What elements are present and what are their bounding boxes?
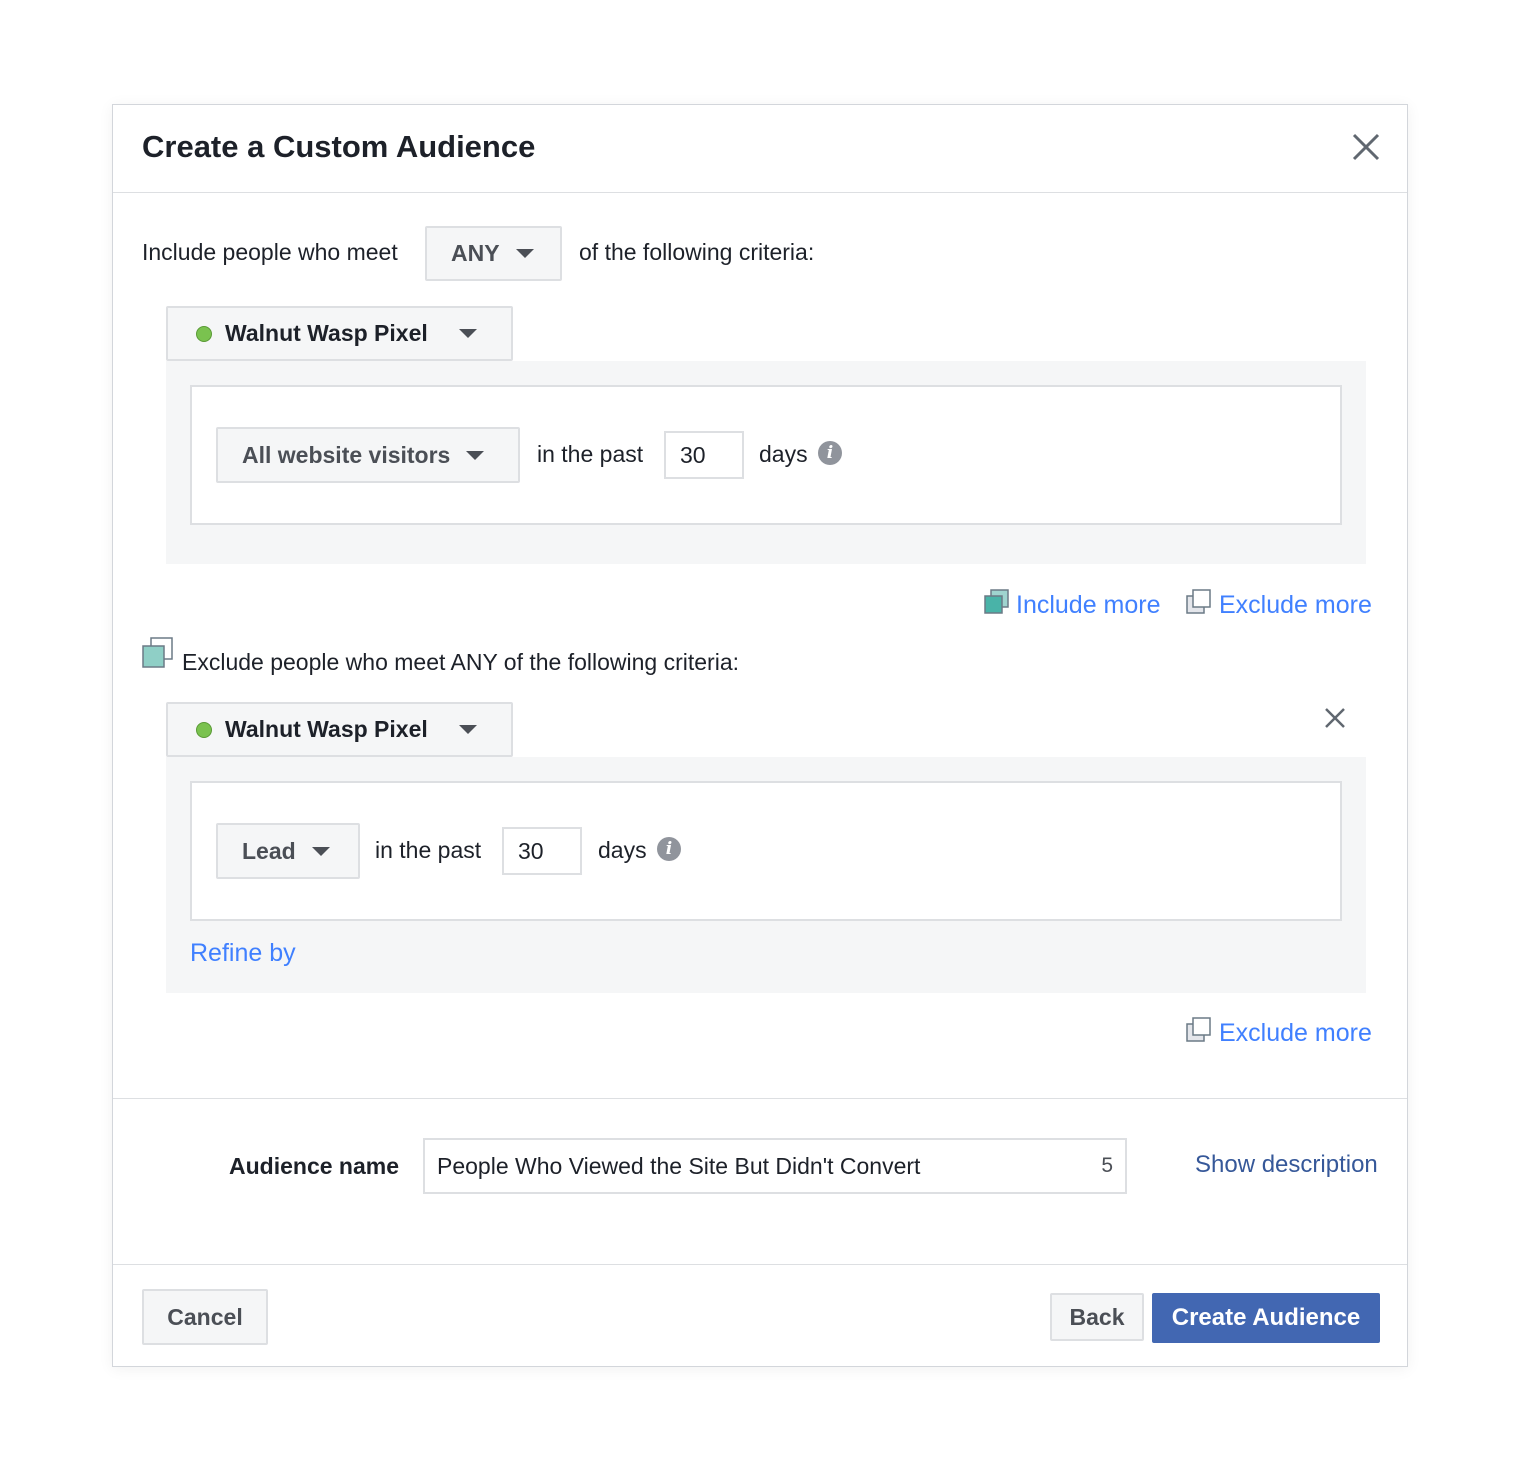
exclude-rule-box: [190, 781, 1342, 921]
include-more-icon[interactable]: [984, 589, 1010, 615]
exclude-pixel-dropdown[interactable]: Walnut Wasp Pixel: [166, 702, 513, 757]
exclude-in-the-past-text: in the past: [375, 837, 482, 863]
exclude-more-icon[interactable]: [1186, 589, 1212, 615]
char-count: 5: [1101, 1154, 1113, 1177]
exclude-criteria-icon: [142, 637, 173, 668]
exclude-more-link-bottom[interactable]: Exclude more: [1219, 1019, 1372, 1048]
audience-name-value: People Who Viewed the Site But Didn't Co…: [437, 1152, 921, 1179]
refine-by-link[interactable]: Refine by: [190, 939, 296, 968]
exclude-days-input[interactable]: [502, 827, 582, 875]
pixel-status-icon: [196, 721, 212, 738]
audience-name-label: Audience name: [229, 1153, 399, 1179]
show-description-link[interactable]: Show description: [1195, 1151, 1378, 1179]
custom-audience-dialog: Create a Custom Audience Include people …: [112, 104, 1408, 1367]
exclude-event-label: Lead: [242, 837, 296, 864]
include-prefix-text: Include people who meet: [142, 239, 398, 265]
include-suffix-text: of the following criteria:: [579, 239, 815, 265]
chevron-down-icon: [515, 249, 534, 258]
include-in-the-past-text: in the past: [537, 441, 644, 467]
exclude-heading: Exclude people who meet ANY of the follo…: [182, 649, 739, 675]
exclude-more-icon[interactable]: [1186, 1017, 1212, 1043]
exclude-pixel-label: Walnut Wasp Pixel: [225, 716, 428, 742]
pixel-status-icon: [196, 325, 212, 342]
back-button[interactable]: Back: [1050, 1293, 1144, 1341]
remove-exclusion-icon[interactable]: [1324, 707, 1346, 729]
include-pixel-label: Walnut Wasp Pixel: [225, 320, 428, 346]
exclude-event-dropdown[interactable]: Lead: [216, 823, 360, 879]
footer-divider: [113, 1264, 1407, 1265]
chevron-down-icon: [458, 725, 477, 734]
close-icon[interactable]: [1350, 131, 1382, 163]
include-days-label: days: [759, 441, 808, 467]
create-audience-button[interactable]: Create Audience: [1152, 1293, 1380, 1343]
info-icon[interactable]: i: [818, 441, 842, 465]
include-days-input[interactable]: [664, 431, 744, 479]
dialog-title: Create a Custom Audience: [142, 129, 536, 164]
include-more-link[interactable]: Include more: [1016, 591, 1161, 620]
cancel-button[interactable]: Cancel: [142, 1289, 268, 1345]
chevron-down-icon: [311, 846, 330, 856]
header-divider: [113, 192, 1407, 193]
match-mode-label: ANY: [451, 240, 500, 266]
exclude-more-link[interactable]: Exclude more: [1219, 591, 1372, 620]
match-mode-dropdown[interactable]: ANY: [425, 226, 562, 281]
include-event-label: All website visitors: [242, 441, 451, 468]
exclude-days-label: days: [598, 837, 647, 863]
chevron-down-icon: [458, 329, 477, 338]
audience-name-input[interactable]: People Who Viewed the Site But Didn't Co…: [423, 1138, 1127, 1194]
audience-divider: [113, 1098, 1407, 1099]
info-icon[interactable]: i: [657, 837, 681, 861]
chevron-down-icon: [466, 450, 485, 460]
include-event-dropdown[interactable]: All website visitors: [216, 427, 520, 483]
include-pixel-dropdown[interactable]: Walnut Wasp Pixel: [166, 306, 513, 361]
